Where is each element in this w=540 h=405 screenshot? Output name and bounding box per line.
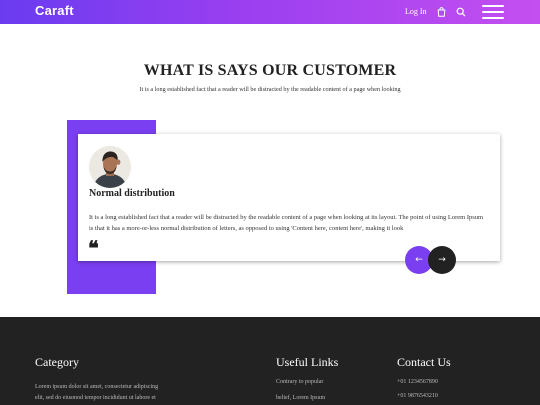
footer-category-heading: Category [35, 355, 79, 369]
arrow-right-icon: → [438, 255, 446, 265]
footer-link[interactable]: belief, Lorem Ipsum [276, 393, 325, 404]
footer-category-line: elit, sed do eiusmod tempor incididunt u… [35, 395, 156, 401]
testimonial-name: Normal distribution [89, 188, 175, 199]
footer-category-line: Lorem ipsum dolor sit amet, consectetur … [35, 384, 159, 390]
logo[interactable]: Caraft [35, 3, 74, 18]
quote-icon: ❝ [88, 236, 99, 260]
testimonial-text: It is a long established fact that a rea… [89, 214, 484, 232]
avatar [89, 146, 131, 188]
cart-icon[interactable] [437, 7, 446, 17]
footer-link[interactable]: Contrary to popular [276, 377, 323, 388]
menu-icon[interactable] [482, 4, 504, 20]
site-header: Caraft Log In [0, 0, 540, 24]
next-button[interactable]: → [428, 246, 456, 274]
search-icon[interactable] [456, 7, 466, 17]
footer-phone[interactable]: +01 1234567890 [397, 377, 438, 388]
login-link[interactable]: Log In [405, 7, 427, 16]
arrow-left-icon: ← [415, 255, 423, 265]
footer-useful-links-heading: Useful Links [276, 355, 339, 369]
section-subtitle: It is a long established fact that a rea… [139, 86, 401, 93]
section-title: WHAT IS SAYS OUR CUSTOMER [143, 62, 397, 79]
footer-phone[interactable]: +01 9876543210 [397, 391, 438, 402]
footer-contact-heading: Contact Us [397, 355, 451, 369]
